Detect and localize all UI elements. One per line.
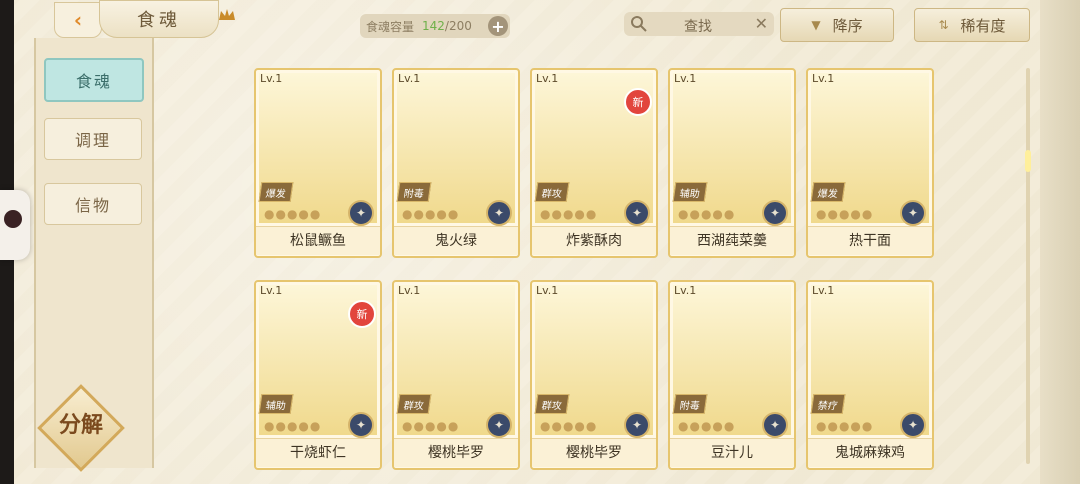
element-icon: ✦	[624, 412, 650, 438]
star-rating: ●●●●●	[678, 207, 736, 221]
element-icon: ✦	[348, 200, 374, 226]
card-name: 炸紫酥肉	[532, 226, 656, 255]
card-level: Lv.1	[260, 72, 283, 85]
element-icon: ✦	[348, 412, 374, 438]
food-soul-card[interactable]: Lv.1 附毒 ●●●●● ✦ 豆汁儿	[668, 280, 796, 470]
sort-rarity-button[interactable]: ⇅ 稀有度	[914, 8, 1030, 42]
food-soul-card[interactable]: Lv.1 新 辅助 ●●●●● ✦ 干烧虾仁	[254, 280, 382, 470]
page-title-tab: 食魂	[99, 0, 219, 38]
capacity-label: 食魂容量	[366, 19, 415, 34]
star-rating: ●●●●●	[402, 419, 460, 433]
sidebar-tab-label: 调理	[74, 131, 111, 150]
card-level: Lv.1	[536, 284, 559, 297]
food-soul-card[interactable]: Lv.1 群攻 ●●●●● ✦ 樱桃毕罗	[392, 280, 520, 470]
card-name: 西湖莼菜羹	[670, 226, 794, 255]
back-button[interactable]: ‹	[54, 2, 102, 38]
sidebar-tab-food-soul[interactable]: 食魂	[44, 58, 144, 102]
expand-capacity-button[interactable]: +	[488, 16, 508, 36]
role-badge: 爆发	[810, 182, 846, 202]
food-soul-grid: Lv.1 爆发 ●●●●● ✦ 松鼠鳜鱼 Lv.1 附毒 ●●●●● ✦ 鬼火绿…	[250, 68, 940, 470]
search-placeholder: 查找	[684, 19, 712, 35]
screen-edge-right	[1040, 0, 1080, 484]
capacity-max: /200	[444, 19, 472, 33]
card-name: 鬼城麻辣鸡	[808, 438, 932, 467]
food-soul-card[interactable]: Lv.1 爆发 ●●●●● ✦ 松鼠鳜鱼	[254, 68, 382, 258]
element-icon: ✦	[762, 200, 788, 226]
sidebar-tab-conditioning[interactable]: 调理	[44, 118, 142, 160]
role-badge: 群攻	[396, 394, 432, 414]
search-input[interactable]: 查找 ✕	[624, 12, 774, 36]
star-rating: ●●●●●	[402, 207, 460, 221]
card-name: 热干面	[808, 226, 932, 255]
role-badge: 禁疗	[810, 394, 846, 414]
card-name: 豆汁儿	[670, 438, 794, 467]
capacity-current: 142	[422, 19, 445, 33]
food-soul-card[interactable]: Lv.1 群攻 ●●●●● ✦ 樱桃毕罗	[530, 280, 658, 470]
sort-descending-label: 降序	[832, 16, 863, 35]
search-icon	[631, 16, 647, 32]
capacity-display: 食魂容量 142 /200 +	[360, 14, 510, 38]
decompose-button[interactable]: 分解	[37, 384, 125, 472]
star-rating: ●●●●●	[540, 207, 598, 221]
sort-arrows-icon: ⇅	[938, 18, 949, 32]
card-name: 干烧虾仁	[256, 438, 380, 467]
sidebar-tab-tokens[interactable]: 信物	[44, 183, 142, 225]
app-root: ‹ 食魂 食魂容量 142 /200 + 查找 ✕ ▼ 降序 ⇅ 稀有度 食魂 …	[0, 0, 1080, 484]
role-badge: 群攻	[534, 394, 570, 414]
food-soul-card[interactable]: Lv.1 新 群攻 ●●●●● ✦ 炸紫酥肉	[530, 68, 658, 258]
card-level: Lv.1	[674, 72, 697, 85]
element-icon: ✦	[486, 412, 512, 438]
element-icon: ✦	[486, 200, 512, 226]
element-icon: ✦	[624, 200, 650, 226]
grid-scrollbar[interactable]	[1025, 68, 1031, 464]
card-level: Lv.1	[260, 284, 283, 297]
star-rating: ●●●●●	[678, 419, 736, 433]
close-icon[interactable]: ✕	[755, 14, 768, 33]
star-rating: ●●●●●	[264, 419, 322, 433]
sort-descending-button[interactable]: ▼ 降序	[780, 8, 894, 42]
card-name: 松鼠鳜鱼	[256, 226, 380, 255]
card-level: Lv.1	[812, 284, 835, 297]
star-rating: ●●●●●	[264, 207, 322, 221]
element-icon: ✦	[900, 200, 926, 226]
food-soul-card[interactable]: Lv.1 附毒 ●●●●● ✦ 鬼火绿	[392, 68, 520, 258]
card-level: Lv.1	[398, 284, 421, 297]
triangle-down-icon: ▼	[811, 18, 821, 32]
element-icon: ✦	[900, 412, 926, 438]
role-badge: 附毒	[396, 182, 432, 202]
star-rating: ●●●●●	[816, 419, 874, 433]
element-icon: ✦	[762, 412, 788, 438]
chevron-left-icon: ‹	[73, 8, 83, 32]
role-badge: 群攻	[534, 182, 570, 202]
food-soul-card[interactable]: Lv.1 爆发 ●●●●● ✦ 热干面	[806, 68, 934, 258]
plus-icon: +	[491, 16, 505, 36]
star-rating: ●●●●●	[540, 419, 598, 433]
floating-assist-button[interactable]	[0, 190, 30, 260]
role-badge: 爆发	[258, 182, 294, 202]
sidebar-tab-label: 信物	[74, 196, 111, 215]
page-title: 食魂	[137, 10, 181, 31]
card-level: Lv.1	[398, 72, 421, 85]
new-badge: 新	[624, 88, 652, 116]
crown-icon[interactable]	[218, 8, 236, 22]
decompose-label: 分解	[58, 413, 103, 438]
card-name: 樱桃毕罗	[394, 438, 518, 467]
new-badge: 新	[348, 300, 376, 328]
role-badge: 辅助	[258, 394, 294, 414]
food-soul-card[interactable]: Lv.1 辅助 ●●●●● ✦ 西湖莼菜羹	[668, 68, 796, 258]
assist-avatar-icon	[4, 210, 22, 228]
card-level: Lv.1	[674, 284, 697, 297]
top-bar: ‹ 食魂 食魂容量 142 /200 + 查找 ✕ ▼ 降序 ⇅ 稀有度	[14, 0, 1040, 42]
scrollbar-thumb[interactable]	[1025, 150, 1031, 172]
star-rating: ●●●●●	[816, 207, 874, 221]
sort-rarity-label: 稀有度	[960, 16, 1006, 35]
food-soul-card[interactable]: Lv.1 禁疗 ●●●●● ✦ 鬼城麻辣鸡	[806, 280, 934, 470]
role-badge: 辅助	[672, 182, 708, 202]
card-name: 樱桃毕罗	[532, 438, 656, 467]
card-name: 鬼火绿	[394, 226, 518, 255]
card-level: Lv.1	[812, 72, 835, 85]
role-badge: 附毒	[672, 394, 708, 414]
sidebar-tab-label: 食魂	[75, 72, 112, 91]
card-level: Lv.1	[536, 72, 559, 85]
